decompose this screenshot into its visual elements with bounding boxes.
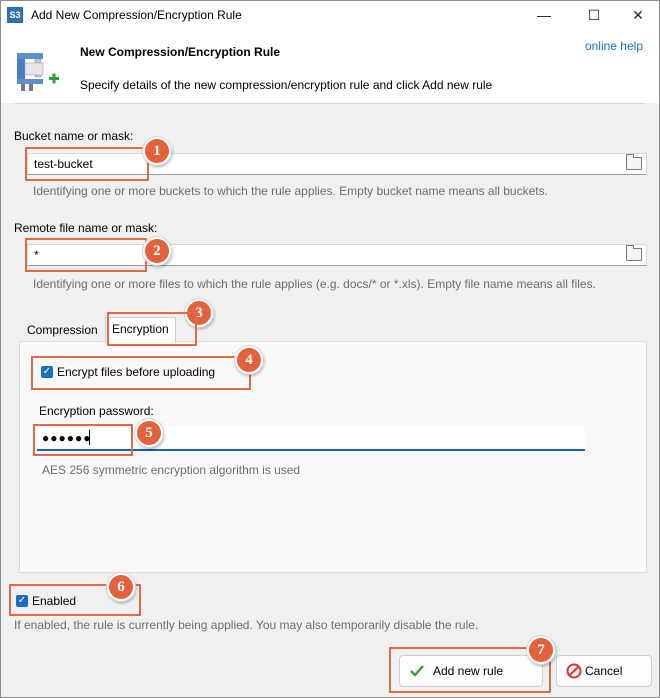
- step-marker-1: 1: [143, 137, 171, 165]
- vise-compression-icon: [17, 53, 59, 91]
- title-bar: S3 Add New Compression/Encryption Rule —…: [1, 1, 659, 29]
- app-icon: S3: [7, 7, 23, 23]
- close-button[interactable]: ✕: [615, 1, 660, 29]
- header-title: New Compression/Encryption Rule: [80, 45, 281, 59]
- callout-box-5: [33, 424, 133, 456]
- remote-file-hint: Identifying one or more files to which t…: [33, 277, 596, 291]
- cancel-label: Cancel: [585, 664, 623, 678]
- enabled-hint: If enabled, the rule is currently being …: [14, 618, 479, 632]
- folder-icon[interactable]: [626, 245, 642, 261]
- cancel-icon: [566, 663, 582, 679]
- minimize-button[interactable]: —: [521, 1, 567, 29]
- remote-file-label: Remote file name or mask:: [14, 221, 158, 235]
- maximize-button[interactable]: ☐: [571, 1, 617, 29]
- tab-compression[interactable]: Compression: [21, 319, 104, 341]
- bucket-hint: Identifying one or more buckets to which…: [33, 184, 548, 198]
- callout-box-1: [25, 147, 149, 181]
- cancel-button[interactable]: Cancel: [556, 655, 652, 687]
- header-subtitle: Specify details of the new compression/e…: [80, 78, 493, 92]
- window-title: Add New Compression/Encryption Rule: [31, 8, 242, 22]
- step-marker-6: 6: [107, 573, 135, 601]
- bucket-label: Bucket name or mask:: [14, 129, 134, 143]
- dialog-window: S3 Add New Compression/Encryption Rule —…: [0, 0, 660, 698]
- header-divider: [15, 103, 645, 104]
- step-marker-4: 4: [235, 346, 263, 374]
- callout-box-2: [25, 238, 147, 272]
- callout-box-4: [31, 356, 251, 390]
- callout-box-3: [107, 312, 197, 346]
- step-marker-5: 5: [135, 419, 163, 447]
- password-label: Encryption password:: [39, 404, 154, 418]
- step-marker-7: 7: [527, 636, 555, 664]
- folder-icon[interactable]: [626, 154, 642, 170]
- online-help-link[interactable]: online help: [585, 39, 643, 53]
- dialog-header: New Compression/Encryption Rule Specify …: [1, 29, 659, 103]
- algorithm-note: AES 256 symmetric encryption algorithm i…: [42, 463, 301, 477]
- step-marker-2: 2: [143, 237, 171, 265]
